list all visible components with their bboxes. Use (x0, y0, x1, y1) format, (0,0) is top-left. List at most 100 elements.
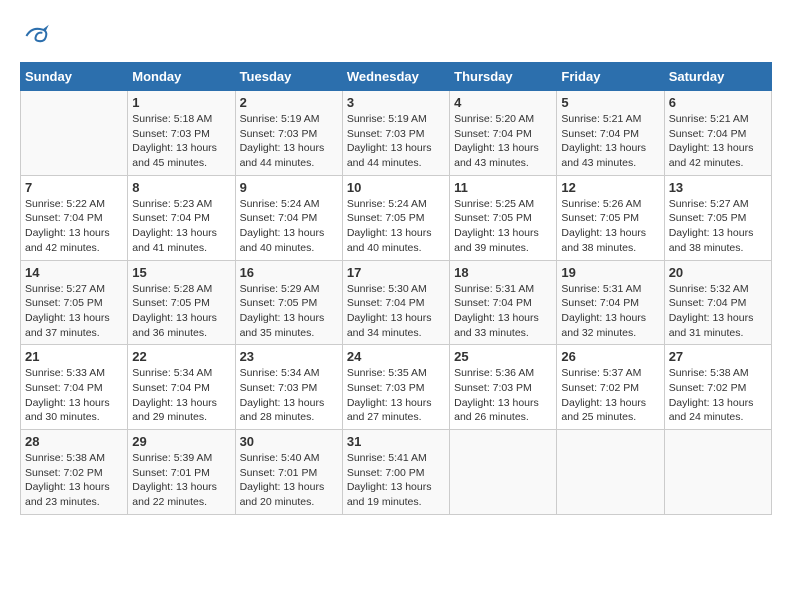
day-info: Sunrise: 5:41 AM Sunset: 7:00 PM Dayligh… (347, 451, 445, 510)
calendar-cell: 26 Sunrise: 5:37 AM Sunset: 7:02 PM Dayli… (557, 345, 664, 430)
day-info: Sunrise: 5:34 AM Sunset: 7:03 PM Dayligh… (240, 366, 338, 425)
calendar-cell: 24 Sunrise: 5:35 AM Sunset: 7:03 PM Dayli… (342, 345, 449, 430)
calendar-cell: 11 Sunrise: 5:25 AM Sunset: 7:05 PM Dayli… (450, 175, 557, 260)
calendar-cell: 14 Sunrise: 5:27 AM Sunset: 7:05 PM Dayli… (21, 260, 128, 345)
calendar-cell: 23 Sunrise: 5:34 AM Sunset: 7:03 PM Dayli… (235, 345, 342, 430)
calendar-cell: 5 Sunrise: 5:21 AM Sunset: 7:04 PM Daylig… (557, 91, 664, 176)
calendar-cell: 19 Sunrise: 5:31 AM Sunset: 7:04 PM Dayli… (557, 260, 664, 345)
day-info: Sunrise: 5:26 AM Sunset: 7:05 PM Dayligh… (561, 197, 659, 256)
calendar-cell: 30Sunrise: 5:40 AM Sunset: 7:01 PM Dayli… (235, 430, 342, 515)
day-number: 9 (240, 180, 338, 195)
day-number: 5 (561, 95, 659, 110)
day-number: 19 (561, 265, 659, 280)
day-number: 20 (669, 265, 767, 280)
logo (20, 20, 56, 52)
calendar-week-row: 28 Sunrise: 5:38 AM Sunset: 7:02 PM Dayli… (21, 430, 772, 515)
day-info: Sunrise: 5:20 AM Sunset: 7:04 PM Dayligh… (454, 112, 552, 171)
calendar-cell: 13 Sunrise: 5:27 AM Sunset: 7:05 PM Dayli… (664, 175, 771, 260)
day-number: 18 (454, 265, 552, 280)
day-info: Sunrise: 5:21 AM Sunset: 7:04 PM Dayligh… (669, 112, 767, 171)
day-number: 23 (240, 349, 338, 364)
calendar-cell: 17 Sunrise: 5:30 AM Sunset: 7:04 PM Dayli… (342, 260, 449, 345)
page-header (20, 20, 772, 52)
day-info: Sunrise: 5:38 AM Sunset: 7:02 PM Dayligh… (669, 366, 767, 425)
day-number: 2 (240, 95, 338, 110)
calendar-cell: 22 Sunrise: 5:34 AM Sunset: 7:04 PM Dayli… (128, 345, 235, 430)
day-info: Sunrise: 5:39 AM Sunset: 7:01 PM Dayligh… (132, 451, 230, 510)
calendar-cell: 16Sunrise: 5:29 AM Sunset: 7:05 PM Dayli… (235, 260, 342, 345)
calendar-cell (21, 91, 128, 176)
day-info: Sunrise: 5:27 AM Sunset: 7:05 PM Dayligh… (669, 197, 767, 256)
day-number: 29 (132, 434, 230, 449)
calendar-cell: 10 Sunrise: 5:24 AM Sunset: 7:05 PM Dayli… (342, 175, 449, 260)
day-info: Sunrise: 5:25 AM Sunset: 7:05 PM Dayligh… (454, 197, 552, 256)
weekday-header-thursday: Thursday (450, 63, 557, 91)
calendar-cell: 29 Sunrise: 5:39 AM Sunset: 7:01 PM Dayli… (128, 430, 235, 515)
day-info: Sunrise: 5:21 AM Sunset: 7:04 PM Dayligh… (561, 112, 659, 171)
day-info: Sunrise: 5:36 AM Sunset: 7:03 PM Dayligh… (454, 366, 552, 425)
calendar-cell: 15 Sunrise: 5:28 AM Sunset: 7:05 PM Dayli… (128, 260, 235, 345)
day-number: 24 (347, 349, 445, 364)
calendar-cell: 6Sunrise: 5:21 AM Sunset: 7:04 PM Daylig… (664, 91, 771, 176)
day-info: Sunrise: 5:37 AM Sunset: 7:02 PM Dayligh… (561, 366, 659, 425)
weekday-header-tuesday: Tuesday (235, 63, 342, 91)
calendar-week-row: 14 Sunrise: 5:27 AM Sunset: 7:05 PM Dayli… (21, 260, 772, 345)
day-info: Sunrise: 5:19 AM Sunset: 7:03 PM Dayligh… (240, 112, 338, 171)
day-info: Sunrise: 5:32 AM Sunset: 7:04 PM Dayligh… (669, 282, 767, 341)
day-number: 27 (669, 349, 767, 364)
day-info: Sunrise: 5:31 AM Sunset: 7:04 PM Dayligh… (561, 282, 659, 341)
day-info: Sunrise: 5:33 AM Sunset: 7:04 PM Dayligh… (25, 366, 123, 425)
day-number: 31 (347, 434, 445, 449)
weekday-header-saturday: Saturday (664, 63, 771, 91)
calendar-body: 1Sunrise: 5:18 AM Sunset: 7:03 PM Daylig… (21, 91, 772, 515)
calendar-week-row: 1Sunrise: 5:18 AM Sunset: 7:03 PM Daylig… (21, 91, 772, 176)
calendar-cell: 3Sunrise: 5:19 AM Sunset: 7:03 PM Daylig… (342, 91, 449, 176)
day-info: Sunrise: 5:19 AM Sunset: 7:03 PM Dayligh… (347, 112, 445, 171)
day-number: 8 (132, 180, 230, 195)
day-number: 15 (132, 265, 230, 280)
day-number: 22 (132, 349, 230, 364)
day-number: 14 (25, 265, 123, 280)
day-number: 16 (240, 265, 338, 280)
calendar-cell: 8 Sunrise: 5:23 AM Sunset: 7:04 PM Daylig… (128, 175, 235, 260)
weekday-header-sunday: Sunday (21, 63, 128, 91)
calendar-cell (450, 430, 557, 515)
day-info: Sunrise: 5:24 AM Sunset: 7:05 PM Dayligh… (347, 197, 445, 256)
day-info: Sunrise: 5:35 AM Sunset: 7:03 PM Dayligh… (347, 366, 445, 425)
day-info: Sunrise: 5:28 AM Sunset: 7:05 PM Dayligh… (132, 282, 230, 341)
calendar-week-row: 21 Sunrise: 5:33 AM Sunset: 7:04 PM Dayli… (21, 345, 772, 430)
day-info: Sunrise: 5:40 AM Sunset: 7:01 PM Dayligh… (240, 451, 338, 510)
calendar-cell: 27 Sunrise: 5:38 AM Sunset: 7:02 PM Dayli… (664, 345, 771, 430)
day-number: 25 (454, 349, 552, 364)
day-number: 28 (25, 434, 123, 449)
day-number: 11 (454, 180, 552, 195)
day-info: Sunrise: 5:27 AM Sunset: 7:05 PM Dayligh… (25, 282, 123, 341)
logo-icon (20, 20, 52, 52)
day-number: 10 (347, 180, 445, 195)
weekday-header-monday: Monday (128, 63, 235, 91)
calendar-cell: 7Sunrise: 5:22 AM Sunset: 7:04 PM Daylig… (21, 175, 128, 260)
day-info: Sunrise: 5:30 AM Sunset: 7:04 PM Dayligh… (347, 282, 445, 341)
day-number: 21 (25, 349, 123, 364)
day-info: Sunrise: 5:31 AM Sunset: 7:04 PM Dayligh… (454, 282, 552, 341)
day-info: Sunrise: 5:38 AM Sunset: 7:02 PM Dayligh… (25, 451, 123, 510)
calendar-cell: 21 Sunrise: 5:33 AM Sunset: 7:04 PM Dayli… (21, 345, 128, 430)
calendar-cell: 1Sunrise: 5:18 AM Sunset: 7:03 PM Daylig… (128, 91, 235, 176)
calendar-cell: 25 Sunrise: 5:36 AM Sunset: 7:03 PM Dayli… (450, 345, 557, 430)
day-number: 17 (347, 265, 445, 280)
day-info: Sunrise: 5:34 AM Sunset: 7:04 PM Dayligh… (132, 366, 230, 425)
weekday-header-friday: Friday (557, 63, 664, 91)
calendar-cell: 4 Sunrise: 5:20 AM Sunset: 7:04 PM Daylig… (450, 91, 557, 176)
day-number: 26 (561, 349, 659, 364)
day-info: Sunrise: 5:23 AM Sunset: 7:04 PM Dayligh… (132, 197, 230, 256)
calendar-cell (557, 430, 664, 515)
day-info: Sunrise: 5:24 AM Sunset: 7:04 PM Dayligh… (240, 197, 338, 256)
calendar-table: SundayMondayTuesdayWednesdayThursdayFrid… (20, 62, 772, 515)
day-number: 13 (669, 180, 767, 195)
calendar-cell: 18 Sunrise: 5:31 AM Sunset: 7:04 PM Dayli… (450, 260, 557, 345)
calendar-cell: 9 Sunrise: 5:24 AM Sunset: 7:04 PM Daylig… (235, 175, 342, 260)
day-info: Sunrise: 5:22 AM Sunset: 7:04 PM Dayligh… (25, 197, 123, 256)
calendar-cell (664, 430, 771, 515)
day-number: 4 (454, 95, 552, 110)
weekday-header-wednesday: Wednesday (342, 63, 449, 91)
